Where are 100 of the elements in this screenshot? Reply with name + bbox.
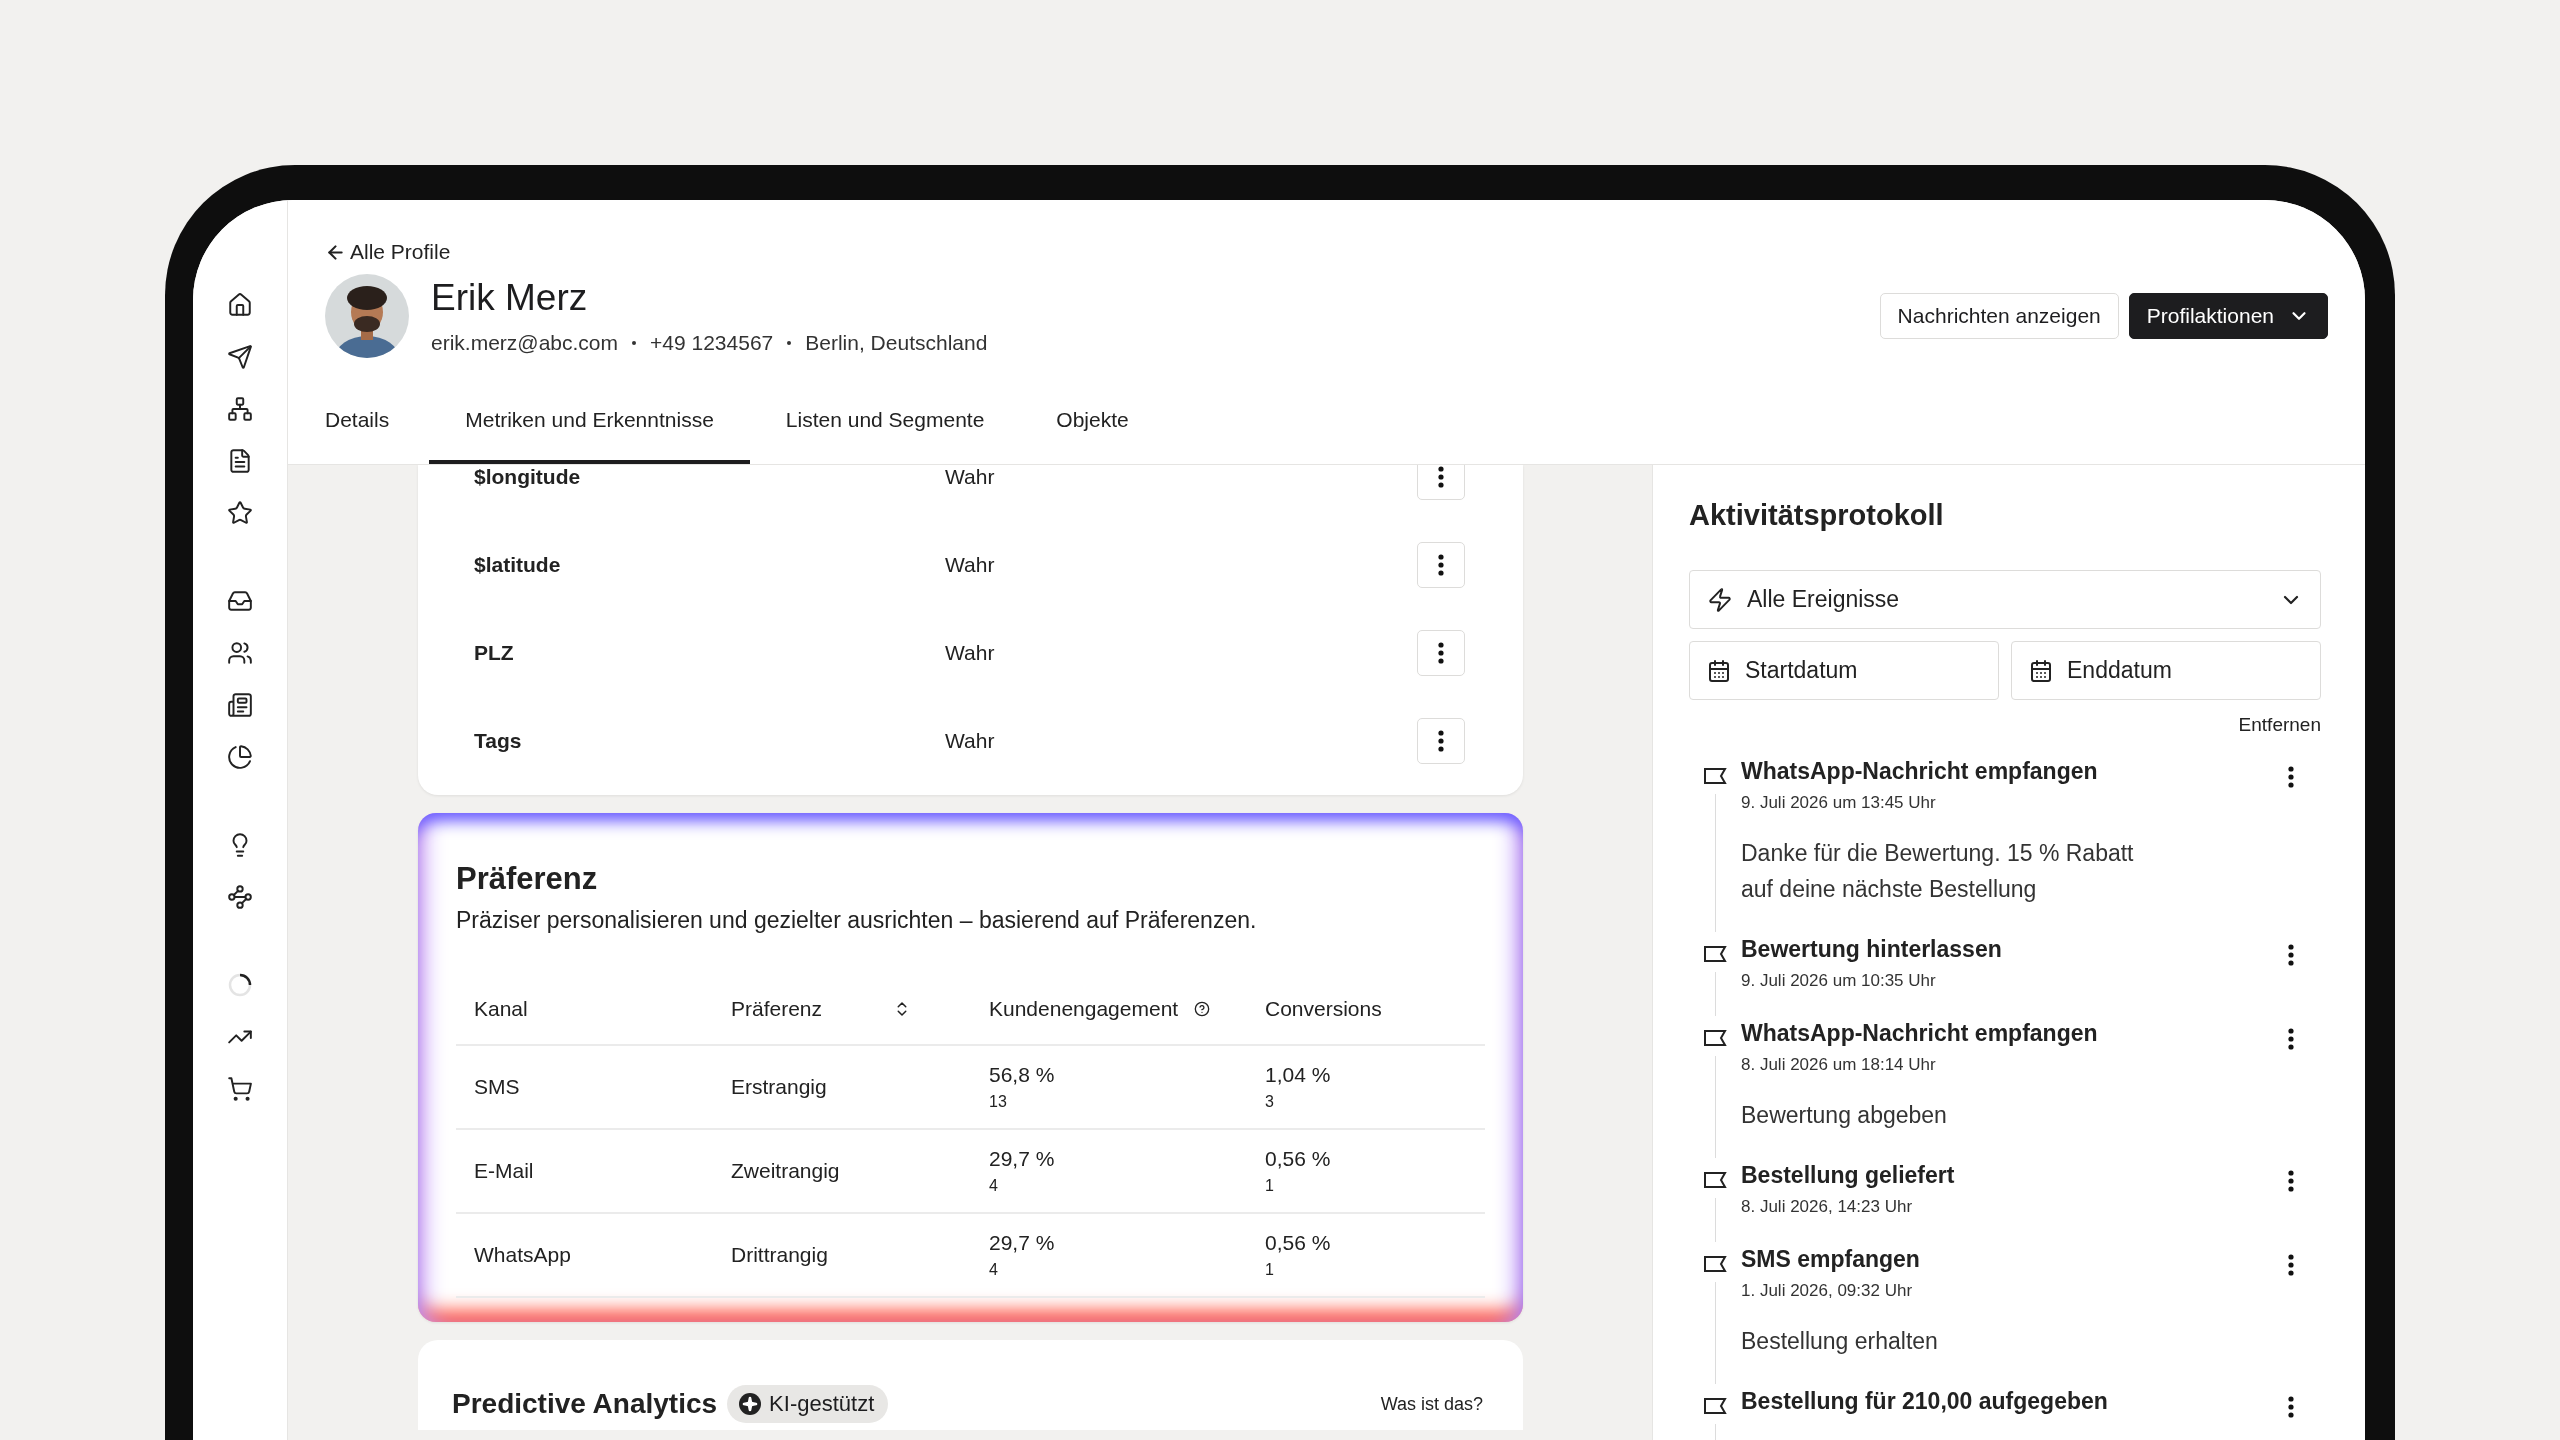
table-cell: Drittrangig <box>713 1214 971 1298</box>
more-button[interactable] <box>1417 630 1465 676</box>
event-message: Bestellung erhalten <box>1741 1327 1939 1356</box>
event-time: 9. Juli 2026 um 10:35 Uhr <box>1741 971 1937 991</box>
flag-icon <box>1703 944 1727 964</box>
event-message: Bewertung abgeben <box>1741 1101 1948 1130</box>
event-title: WhatsApp-Nachricht empfangen <box>1741 758 2099 785</box>
flag-icon <box>1703 1254 1727 1274</box>
end-date-field[interactable]: Enddatum <box>2011 641 2321 700</box>
card-title: Präferenz <box>456 861 599 897</box>
event-time: 9. Juli 2026 um 13:45 Uhr <box>1741 793 1937 813</box>
profile-location: Berlin, Deutschland <box>805 331 988 355</box>
column-label: Kanal <box>474 997 528 1021</box>
column-label: Conversions <box>1265 997 1382 1021</box>
property-name: $latitude <box>474 553 562 577</box>
flag-icon <box>1703 1396 1727 1416</box>
property-value: Wahr <box>945 641 996 665</box>
back-link[interactable]: Alle Profile <box>325 240 2328 264</box>
calendar-icon <box>1707 658 1731 683</box>
more-icon <box>1438 466 1444 488</box>
sparkle-icon <box>739 1393 762 1415</box>
column-label: Präferenz <box>731 997 823 1021</box>
cell-value: 29,7 % <box>989 1231 1056 1255</box>
table-cell: Zweitrangig <box>713 1130 971 1214</box>
cell-count: 1 <box>1265 1261 1275 1279</box>
cell-count: 4 <box>989 1177 999 1195</box>
home-icon[interactable] <box>227 292 253 318</box>
cell-count: 3 <box>1265 1093 1275 1111</box>
more-icon <box>2288 1396 2294 1418</box>
lightning-icon <box>1707 586 1733 613</box>
send-icon[interactable] <box>227 344 253 370</box>
profile-actions-button[interactable]: Profilaktionen <box>2128 293 2328 339</box>
event-time: 8. Juli 2026, 14:23 Uhr <box>1741 1197 1914 1217</box>
event-time: 8. Juli 2026 um 18:14 Uhr <box>1741 1055 1937 1075</box>
property-name: $longitude <box>474 465 582 489</box>
card-title: Predictive Analytics <box>452 1388 718 1420</box>
column-header[interactable]: Präferenz <box>713 974 971 1046</box>
newspaper-icon[interactable] <box>227 692 253 718</box>
flag-icon <box>1703 1028 1727 1048</box>
table-cell: E-Mail <box>456 1130 713 1214</box>
panel-title: Aktivitätsprotokoll <box>1689 499 1945 532</box>
cell-value: 0,56 % <box>1265 1231 1332 1255</box>
property-name: Tags <box>474 729 523 753</box>
more-icon <box>1438 554 1444 576</box>
separator-dot <box>787 341 792 345</box>
pie-chart-icon[interactable] <box>227 744 253 770</box>
show-messages-button[interactable]: Nachrichten anzeigen <box>1879 293 2119 339</box>
event-title: SMS empfangen <box>1741 1246 1921 1273</box>
separator-dot <box>632 341 637 345</box>
more-icon <box>1438 642 1444 664</box>
property-value: Wahr <box>945 465 996 489</box>
route-icon[interactable] <box>227 884 253 910</box>
event-title: Bestellung geliefert <box>1741 1162 1956 1189</box>
table-cell: WhatsApp <box>456 1214 713 1298</box>
flag-icon <box>1703 766 1727 786</box>
spinner-icon <box>227 972 253 998</box>
more-icon <box>1438 730 1444 752</box>
event-message: Danke für die Bewertung. 15 % Rabatt auf deine nächste Bestellung <box>1741 839 2135 904</box>
calendar-icon <box>2029 658 2053 683</box>
table-cell: Erstrangig <box>713 1046 971 1130</box>
inbox-icon[interactable] <box>227 588 253 614</box>
cell-count: 4 <box>989 1261 999 1279</box>
more-button[interactable] <box>1417 542 1465 588</box>
card-description: Präziser personalisieren und gezielter ausrichten – basierend auf Präferenzen. <box>456 907 1258 934</box>
tab[interactable]: Details <box>325 394 430 464</box>
table-cell: SMS <box>456 1046 713 1130</box>
more-button[interactable] <box>1417 465 1465 500</box>
event-title: WhatsApp-Nachricht empfangen <box>1741 1020 2099 1047</box>
clear-link[interactable]: Entfernen <box>2238 714 2321 736</box>
users-icon[interactable] <box>227 640 253 666</box>
profile-name: Erik Merz <box>431 277 589 319</box>
event-title: Bestellung für 210,00 aufgegeben <box>1741 1388 2109 1415</box>
more-icon <box>2288 1028 2294 1050</box>
tab[interactable]: Listen und Segmente <box>749 394 1021 464</box>
event-title: Bewertung hinterlassen <box>1741 936 2003 963</box>
hierarchy-icon[interactable] <box>227 396 253 422</box>
badge-label: KI-gestützt <box>769 1391 875 1417</box>
more-icon <box>2288 1170 2294 1192</box>
cell-value: 0,56 % <box>1265 1147 1332 1171</box>
event-filter-dropdown[interactable]: Alle Ereignisse <box>1689 570 2321 629</box>
tab[interactable]: Objekte <box>1020 394 1165 464</box>
document-icon[interactable] <box>227 448 253 474</box>
info-link[interactable]: Was ist das? <box>1380 1393 1483 1415</box>
profile-email: erik.merz@abc.com <box>431 331 619 355</box>
property-value: Wahr <box>945 729 996 753</box>
star-icon[interactable] <box>227 500 253 526</box>
more-icon <box>2288 766 2294 788</box>
profile-phone: +49 1234567 <box>650 331 774 355</box>
start-date-field[interactable]: Startdatum <box>1689 641 1999 700</box>
cart-icon[interactable] <box>227 1076 253 1102</box>
flag-icon <box>1703 1170 1727 1190</box>
cell-value: 56,8 % <box>989 1063 1056 1087</box>
event-time: 1. Juli 2026, 09:32 Uhr <box>1741 1281 1914 1301</box>
cell-value: 1,04 % <box>1265 1063 1332 1087</box>
property-name: PLZ <box>474 641 515 665</box>
property-value: Wahr <box>945 553 996 577</box>
help-icon[interactable] <box>1194 1001 1211 1017</box>
more-button[interactable] <box>1417 718 1465 764</box>
column-label: Kundenengagement <box>989 997 1179 1021</box>
cell-count: 13 <box>989 1093 1008 1111</box>
